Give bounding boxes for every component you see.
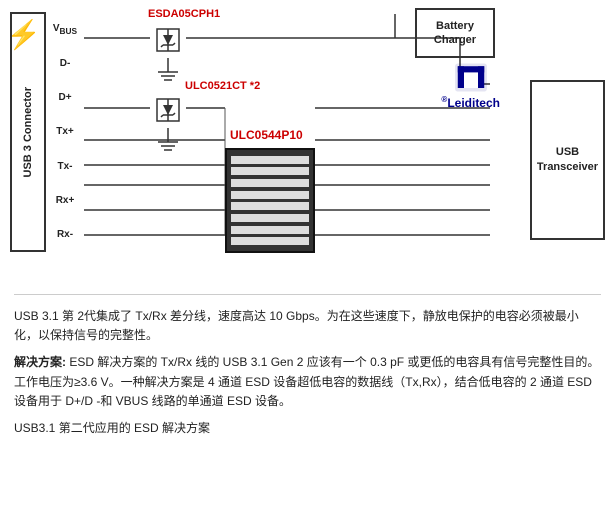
para2-prefix: 解决方案: — [14, 355, 66, 369]
diagram-area: ⚡ USB 3 Connector VBUS D- D+ Tx+ Tx- Rx+… — [0, 0, 615, 290]
pin-dp: D+ — [46, 92, 84, 104]
pin-rxp: Rx+ — [46, 195, 84, 207]
leiditech-icon-svg — [451, 60, 491, 95]
pin-rxm: Rx- — [46, 229, 84, 241]
ulc0544-ic — [225, 148, 315, 253]
pin-txp: Tx+ — [46, 126, 84, 138]
leiditech-text: ®Leiditech — [441, 95, 500, 110]
ulc0544-label: ULC0544P10 — [230, 128, 303, 142]
esda-component — [150, 22, 186, 58]
paragraph-3: USB3.1 第二代应用的 ESD 解决方案 — [14, 419, 601, 438]
ic-pin-4 — [231, 191, 309, 199]
ic-pin-6 — [231, 214, 309, 222]
paragraph-1: USB 3.1 第 2代集成了 Tx/Rx 差分线，速度高达 10 Gbps。为… — [14, 307, 601, 345]
leiditech-logo: ®Leiditech — [441, 60, 500, 110]
ic-pin-3 — [231, 179, 309, 187]
ic-pin-8 — [231, 237, 309, 245]
esda-diode-svg — [151, 23, 185, 57]
ic-pin-1 — [231, 156, 309, 164]
battery-charger-label: BatteryCharger — [434, 19, 476, 48]
text-section: USB 3.1 第 2代集成了 Tx/Rx 差分线，速度高达 10 Gbps。为… — [0, 299, 615, 454]
para2-content: ESD 解决方案的 Tx/Rx 线的 USB 3.1 Gen 2 应该有一个 0… — [14, 355, 599, 407]
ic-pin-5 — [231, 202, 309, 210]
usb-transceiver-label: USBTransceiver — [537, 145, 598, 176]
battery-charger-box: BatteryCharger — [415, 8, 495, 58]
ic-pin-2 — [231, 167, 309, 175]
usb-connector-box: USB 3 Connector — [10, 12, 46, 252]
ulc0521-label: ULC0521CT *2 — [185, 80, 260, 92]
pin-vbus: VBUS — [46, 23, 84, 36]
pin-txm: Tx- — [46, 161, 84, 173]
pin-labels-group: VBUS D- D+ Tx+ Tx- Rx+ Rx- — [46, 12, 84, 252]
divider — [14, 294, 601, 295]
ulc0521-component — [150, 92, 186, 128]
usb-connector-label: USB 3 Connector — [22, 87, 34, 177]
ic-pin-7 — [231, 226, 309, 234]
ulc0521-diode-svg — [151, 93, 185, 127]
paragraph-2: 解决方案: ESD 解决方案的 Tx/Rx 线的 USB 3.1 Gen 2 应… — [14, 353, 601, 411]
esda-label: ESDA05CPH1 — [148, 8, 220, 20]
pin-dm: D- — [46, 58, 84, 70]
usb-transceiver-box: USBTransceiver — [530, 80, 605, 240]
